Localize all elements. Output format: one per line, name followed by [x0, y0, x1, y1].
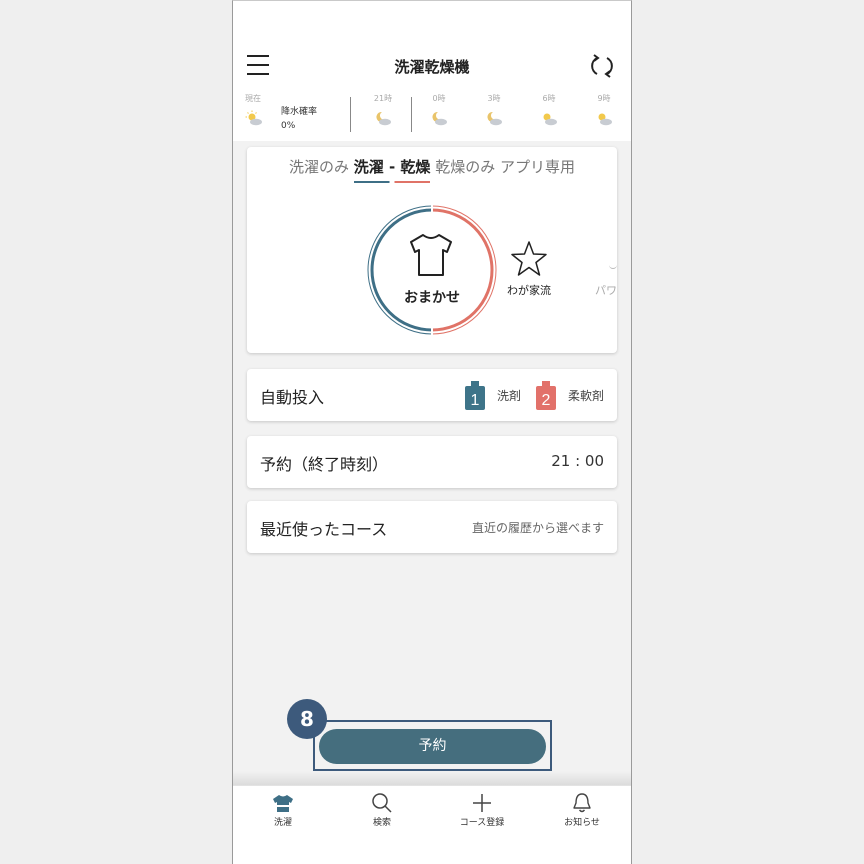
nav-label-search: 検索	[372, 818, 391, 828]
tab-wash-dry[interactable]: 洗濯 - 乾燥	[353, 156, 431, 183]
rain-label: 降水確率	[281, 107, 318, 117]
course-label-omakase: おまかせ	[404, 290, 460, 306]
forecast-time: 0時	[432, 94, 446, 103]
nav-item-course-register[interactable]: コース登録	[442, 792, 522, 828]
nav-item-notices[interactable]: お知らせ	[542, 792, 622, 828]
bell-icon	[573, 793, 591, 813]
tab-dry-only[interactable]: 乾燥のみ	[435, 156, 495, 181]
plus-icon	[473, 794, 491, 812]
shirt-icon	[410, 234, 452, 276]
course-label-power: パワ	[595, 284, 617, 297]
nav-label-laundry: 洗濯	[273, 818, 292, 828]
moon-cloud-icon	[487, 111, 502, 126]
rain-value: 0%	[281, 121, 296, 131]
reservation-time: 21 : 00	[551, 452, 604, 470]
weather-divider	[350, 97, 351, 132]
auto-dose-row[interactable]: 自動投入 1 洗剤 2 柔軟剤	[247, 369, 617, 421]
recent-courses-hint: 直近の履歴から選べます	[471, 521, 604, 535]
weather-now: 現在	[245, 93, 285, 130]
recent-courses-label: 最近使ったコース	[260, 520, 388, 539]
moon-cloud-icon	[432, 111, 447, 126]
refresh-icon[interactable]	[589, 53, 615, 79]
step-badge: 8	[287, 699, 327, 739]
softener-number: 2	[542, 392, 551, 409]
rain-probability: 降水確率 0%	[281, 105, 317, 133]
bottom-fade	[233, 771, 631, 785]
nav-item-laundry[interactable]: 洗濯	[243, 792, 323, 828]
sun-cloud-icon	[543, 113, 557, 126]
auto-dose-label: 自動投入	[260, 388, 325, 407]
forecast-time: 3時	[487, 94, 501, 103]
course-label-wagaya: わが家流	[507, 284, 551, 297]
sun-cloud-icon	[245, 110, 262, 126]
tab-app-only[interactable]: アプリ専用	[500, 156, 575, 181]
page-title: 洗濯乾燥機	[394, 58, 470, 76]
power-icon	[609, 265, 617, 269]
detergent-bottle-icon: 1	[465, 381, 485, 410]
laundry-shirt-icon	[273, 795, 293, 812]
nav-label-course-register: コース登録	[459, 818, 505, 828]
bottom-nav: 洗濯 検索 コース登録 お知らせ	[233, 785, 631, 864]
forecast-21: 21時	[365, 93, 401, 130]
star-icon[interactable]	[509, 239, 549, 279]
reservation-row[interactable]: 予約（終了時刻） 21 : 00	[247, 436, 617, 488]
forecast-3: 3時	[476, 93, 512, 130]
phone-screen: 洗濯乾燥機 現在 降水確率 0% 21時 0時 3時 6時 9時 洗濯のみ 洗濯…	[232, 0, 632, 864]
forecast-0: 0時	[421, 93, 457, 130]
detergent-number: 1	[471, 392, 480, 409]
detergent-label: 洗剤	[497, 389, 522, 403]
softener-bottle-icon: 2	[536, 381, 556, 410]
forecast-6: 6時	[531, 93, 567, 130]
nav-item-search[interactable]: 検索	[342, 792, 422, 828]
forecast-time: 9時	[597, 94, 611, 103]
reserve-button[interactable]: 予約	[319, 729, 546, 764]
mode-tabs: 洗濯のみ 洗濯 - 乾燥 乾燥のみ アプリ専用	[247, 156, 617, 183]
softener-label: 柔軟剤	[568, 389, 605, 403]
search-icon	[372, 793, 392, 813]
tab-wash-only[interactable]: 洗濯のみ	[289, 156, 349, 181]
nav-label-notices: お知らせ	[564, 818, 600, 828]
forecast-time: 21時	[373, 94, 393, 103]
weather-divider	[411, 97, 412, 132]
forecast-9: 9時	[586, 93, 622, 130]
course-card: 洗濯のみ 洗濯 - 乾燥 乾燥のみ アプリ専用 おまかせ わが家流 パワ	[247, 147, 617, 353]
reservation-label: 予約（終了時刻）	[260, 455, 389, 474]
recent-courses-row[interactable]: 最近使ったコース 直近の履歴から選べます	[247, 501, 617, 553]
weather-now-label: 現在	[245, 94, 261, 103]
moon-cloud-icon	[376, 111, 391, 126]
sun-cloud-icon	[598, 113, 612, 126]
forecast-time: 6時	[542, 94, 556, 103]
